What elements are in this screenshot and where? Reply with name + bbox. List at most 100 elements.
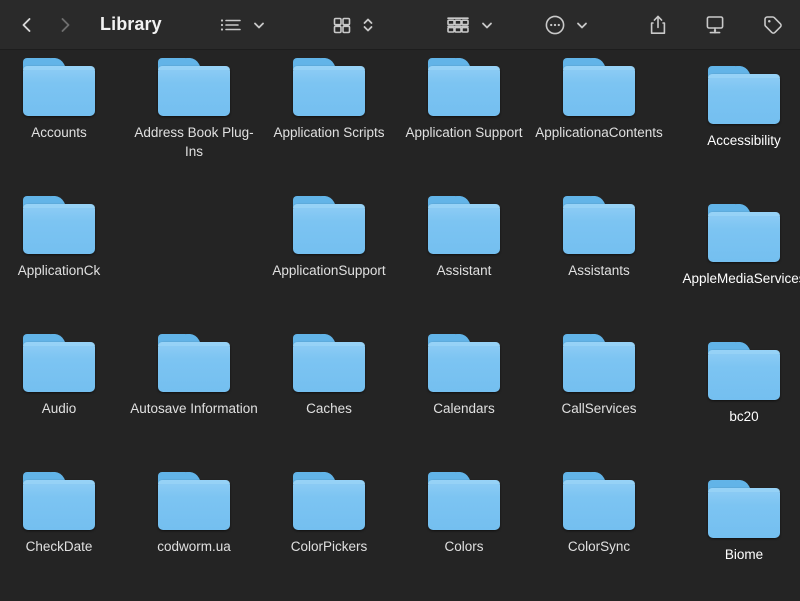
view-icon-group xyxy=(328,8,375,42)
view-list-button[interactable] xyxy=(215,8,247,42)
folder-item[interactable]: codworm.ua xyxy=(126,472,262,556)
folder-item[interactable]: CallServices xyxy=(531,334,667,418)
view-list-chevron[interactable] xyxy=(252,18,266,32)
folder-label: ColorSync xyxy=(535,537,663,556)
folder-icon xyxy=(158,472,230,530)
folder-item[interactable]: ColorSync xyxy=(531,472,667,556)
view-icon-stepper[interactable] xyxy=(361,15,375,35)
folder-item[interactable]: Assistants xyxy=(531,196,667,280)
view-gallery-button[interactable] xyxy=(441,8,475,42)
folder-icon xyxy=(428,196,500,254)
folder-icon xyxy=(158,334,230,392)
chevron-down-icon xyxy=(575,18,589,32)
folder-item[interactable]: Audio xyxy=(0,334,127,418)
view-icon-button[interactable] xyxy=(328,8,356,42)
folder-icon xyxy=(708,342,780,400)
folder-item[interactable]: ApplicationSupport xyxy=(261,196,397,280)
folder-icon xyxy=(563,334,635,392)
forward-button[interactable] xyxy=(48,8,82,42)
folder-item[interactable]: Accounts xyxy=(0,58,127,142)
folder-icon xyxy=(428,334,500,392)
folder-label: CallServices xyxy=(535,399,663,418)
action-menu-chevron[interactable] xyxy=(575,18,589,32)
folder-item[interactable]: bc20 xyxy=(676,342,800,426)
screen-share-icon xyxy=(703,13,727,37)
view-gallery-group xyxy=(441,8,494,42)
window-title: Library xyxy=(100,14,162,35)
file-icon-grid[interactable]: Accounts Address Book Plug-Ins Application… xyxy=(0,50,800,601)
folder-icon xyxy=(23,196,95,254)
folder-item[interactable]: Colors xyxy=(396,472,532,556)
folder-item[interactable]: CheckDate xyxy=(0,472,127,556)
folder-label: Colors xyxy=(400,537,528,556)
folder-label: ApplicationSupport xyxy=(265,261,393,280)
folder-item[interactable]: ApplicationaContents xyxy=(531,58,667,142)
folder-icon xyxy=(563,472,635,530)
folder-label: Biome xyxy=(678,545,800,564)
action-menu-button[interactable] xyxy=(540,8,570,42)
folder-icon xyxy=(708,480,780,538)
folder-icon xyxy=(23,58,95,116)
folder-label: Autosave Information xyxy=(130,399,258,418)
folder-label: ApplicationaContents xyxy=(535,123,663,142)
folder-icon xyxy=(708,66,780,124)
folder-label: Address Book Plug-Ins xyxy=(130,123,258,161)
folder-label: ColorPickers xyxy=(265,537,393,556)
chevron-left-icon xyxy=(17,15,37,35)
folder-label: Application Scripts xyxy=(265,123,393,142)
gallery-view-icon xyxy=(444,15,472,35)
folder-icon xyxy=(293,196,365,254)
folder-label: AppleMediaServices xyxy=(678,269,800,288)
chevron-down-icon xyxy=(252,18,266,32)
folder-label: Accounts xyxy=(0,123,123,142)
folder-item[interactable]: Biome xyxy=(676,480,800,564)
folder-label: bc20 xyxy=(678,407,800,426)
share-icon xyxy=(647,13,669,37)
list-view-icon xyxy=(218,15,244,35)
airdrop-button[interactable] xyxy=(700,8,730,42)
folder-label: Calendars xyxy=(400,399,528,418)
folder-item[interactable]: Application Scripts xyxy=(261,58,397,142)
folder-icon xyxy=(293,58,365,116)
tag-button[interactable] xyxy=(758,8,788,42)
view-gallery-chevron[interactable] xyxy=(480,18,494,32)
folder-item[interactable]: ColorPickers xyxy=(261,472,397,556)
folder-label: codworm.ua xyxy=(130,537,258,556)
share-button[interactable] xyxy=(644,8,672,42)
folder-icon xyxy=(23,472,95,530)
folder-label: Accessibility xyxy=(678,131,800,150)
folder-item[interactable]: AppleMediaServices xyxy=(676,204,800,288)
back-button[interactable] xyxy=(10,8,44,42)
folder-item[interactable]: Address Book Plug-Ins xyxy=(126,58,262,161)
navigation-buttons xyxy=(0,8,82,42)
folder-label: Audio xyxy=(0,399,123,418)
folder-icon xyxy=(428,58,500,116)
folder-item[interactable]: Autosave Information xyxy=(126,334,262,418)
folder-icon xyxy=(428,472,500,530)
folder-label: CheckDate xyxy=(0,537,123,556)
finder-toolbar: Library xyxy=(0,0,800,50)
folder-label: Caches xyxy=(265,399,393,418)
folder-icon xyxy=(563,58,635,116)
folder-icon xyxy=(708,204,780,262)
view-list-group xyxy=(215,8,266,42)
icon-view-icon xyxy=(331,15,353,35)
folder-icon xyxy=(158,58,230,116)
ellipsis-circle-icon xyxy=(543,13,567,37)
folder-item[interactable]: Calendars xyxy=(396,334,532,418)
folder-icon xyxy=(563,196,635,254)
folder-item[interactable]: Accessibility xyxy=(676,66,800,150)
folder-icon xyxy=(23,334,95,392)
chevron-up-down-icon xyxy=(361,15,375,35)
folder-label: Assistant xyxy=(400,261,528,280)
folder-icon xyxy=(293,334,365,392)
folder-item[interactable]: Application Support xyxy=(396,58,532,142)
folder-item[interactable]: Caches xyxy=(261,334,397,418)
chevron-right-icon xyxy=(55,15,75,35)
chevron-down-icon xyxy=(480,18,494,32)
folder-item[interactable]: ApplicationCk xyxy=(0,196,127,280)
action-menu-group xyxy=(540,8,589,42)
folder-label: Application Support xyxy=(400,123,528,142)
folder-label: ApplicationCk xyxy=(0,261,123,280)
folder-item[interactable]: Assistant xyxy=(396,196,532,280)
